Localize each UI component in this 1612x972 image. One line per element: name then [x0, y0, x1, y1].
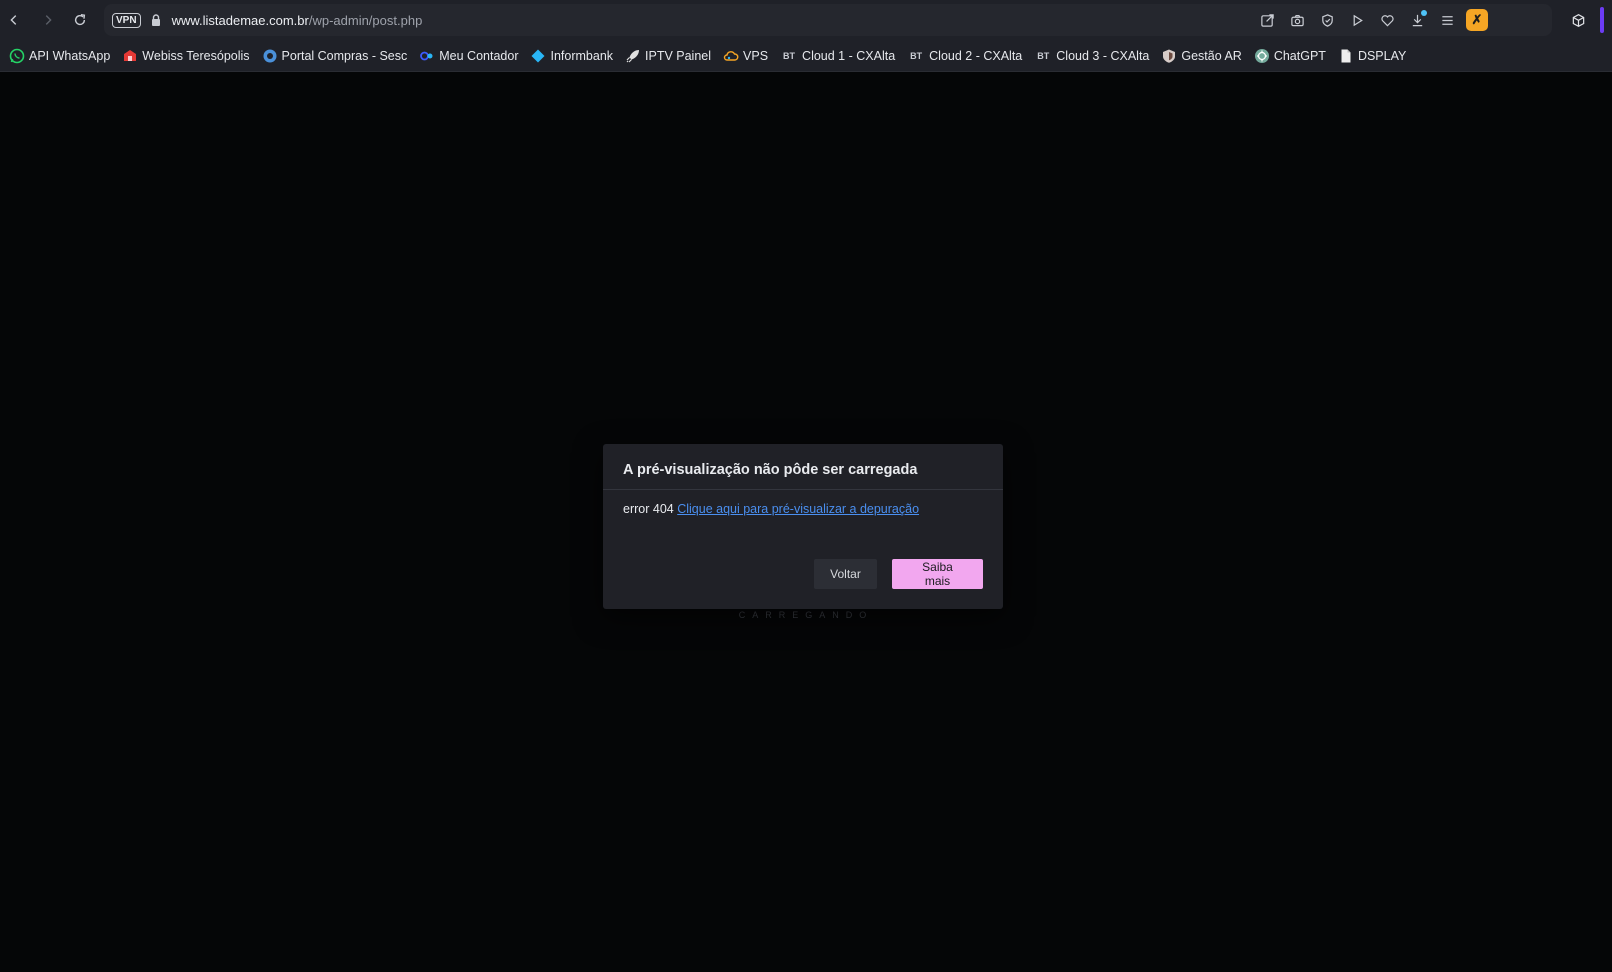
- debug-preview-link[interactable]: Clique aqui para pré-visualizar a depura…: [677, 502, 919, 516]
- chatgpt-icon: [1254, 48, 1270, 64]
- extension-orange-icon[interactable]: ✗: [1462, 4, 1492, 36]
- bookmark-label: Meu Contador: [439, 48, 519, 63]
- shield-icon: [1161, 48, 1177, 64]
- toolbar-icons: ✗: [1252, 4, 1492, 36]
- play-icon[interactable]: [1342, 4, 1372, 36]
- bookmark-api-whatsapp[interactable]: API WhatsApp: [9, 48, 110, 64]
- contador-icon: [419, 48, 435, 64]
- bookmark-chatgpt[interactable]: ChatGPT: [1254, 48, 1326, 64]
- preview-error-dialog: A pré-visualização não pôde ser carregad…: [603, 444, 1003, 609]
- dialog-body: error 404 Clique aqui para pré-visualiza…: [603, 490, 1003, 516]
- bookmark-label: ChatGPT: [1273, 48, 1326, 63]
- rocket-icon: [625, 48, 641, 64]
- bookmark-label: Cloud 2 - CXAlta: [929, 48, 1023, 63]
- bookmark-iptv-painel[interactable]: IPTV Painel: [625, 48, 711, 64]
- bookmark-label: DSPLAY: [1357, 48, 1407, 63]
- whatsapp-icon: [9, 48, 25, 64]
- bookmark-cloud-3[interactable]: BT Cloud 3 - CXAlta: [1034, 48, 1149, 64]
- back-icon[interactable]: [1, 7, 27, 33]
- bookmark-label: Webiss Teresópolis: [142, 48, 250, 63]
- url-host: www.listademae.com.br: [171, 12, 309, 28]
- accent-bar: [1600, 7, 1604, 33]
- bookmark-label: VPS: [743, 48, 769, 63]
- dialog-title: A pré-visualização não pôde ser carregad…: [603, 444, 1003, 490]
- menu-icon[interactable]: [1432, 4, 1462, 36]
- bookmark-meu-contador[interactable]: Meu Contador: [419, 48, 518, 64]
- bookmark-portal-compras[interactable]: Portal Compras - Sesc: [262, 48, 408, 64]
- learn-more-button[interactable]: Saiba mais: [892, 559, 983, 589]
- back-button[interactable]: Voltar: [814, 559, 877, 589]
- url-text[interactable]: www.listademae.com.br/wp-admin/post.php: [172, 13, 423, 28]
- informbank-icon: [530, 48, 546, 64]
- share-icon[interactable]: [1252, 4, 1282, 36]
- bookmark-label: IPTV Painel: [645, 48, 712, 63]
- bookmark-webiss[interactable]: Webiss Teresópolis: [122, 48, 250, 64]
- cube-icon[interactable]: [1560, 0, 1596, 40]
- browser-toolbar: VPN www.listademae.com.br/wp-admin/post.…: [0, 0, 1612, 40]
- bookmark-informbank[interactable]: Informbank: [530, 48, 613, 64]
- bookmark-label: Informbank: [550, 48, 614, 63]
- loading-text: CARREGANDO: [738, 610, 874, 620]
- portal-icon: [262, 48, 278, 64]
- bookmark-label: Cloud 3 - CXAlta: [1056, 48, 1150, 63]
- cloud-icon: [723, 48, 739, 64]
- vpn-badge[interactable]: VPN: [112, 12, 141, 28]
- bt-icon: BT: [910, 50, 923, 61]
- sidebar-controls: [1560, 0, 1612, 40]
- bookmark-cloud-2[interactable]: BT Cloud 2 - CXAlta: [907, 48, 1022, 64]
- document-icon: [1338, 48, 1354, 64]
- address-bar[interactable]: VPN www.listademae.com.br/wp-admin/post.…: [104, 4, 1552, 36]
- bt-icon: BT: [783, 50, 796, 61]
- bookmark-cloud-1[interactable]: BT Cloud 1 - CXAlta: [780, 48, 895, 64]
- camera-icon[interactable]: [1282, 4, 1312, 36]
- forward-icon[interactable]: [35, 7, 61, 33]
- bookmark-gestao-ar[interactable]: Gestão AR: [1161, 48, 1242, 64]
- bookmarks-bar: API WhatsApp Webiss Teresópolis Portal C…: [0, 40, 1612, 72]
- webiss-icon: [122, 48, 138, 64]
- heart-icon[interactable]: [1372, 4, 1402, 36]
- bookmark-dsplay[interactable]: DSPLAY: [1338, 48, 1406, 64]
- dialog-actions: Voltar Saiba mais: [814, 559, 983, 589]
- url-path: /wp-admin/post.php: [308, 12, 423, 28]
- lock-icon: [151, 14, 160, 26]
- bt-icon: BT: [1037, 50, 1050, 61]
- shield-icon[interactable]: [1312, 4, 1342, 36]
- bookmark-vps[interactable]: VPS: [723, 48, 768, 64]
- page-content: CARREGANDO A pré-visualização não pôde s…: [0, 72, 1612, 972]
- download-badge: [1421, 10, 1427, 16]
- error-text: error 404: [623, 502, 674, 516]
- reload-icon[interactable]: [67, 7, 93, 33]
- bookmark-label: Portal Compras - Sesc: [281, 48, 408, 63]
- bookmark-label: Cloud 1 - CXAlta: [802, 48, 896, 63]
- download-icon[interactable]: [1402, 4, 1432, 36]
- bookmark-label: Gestão AR: [1181, 48, 1242, 63]
- bookmark-label: API WhatsApp: [29, 48, 111, 63]
